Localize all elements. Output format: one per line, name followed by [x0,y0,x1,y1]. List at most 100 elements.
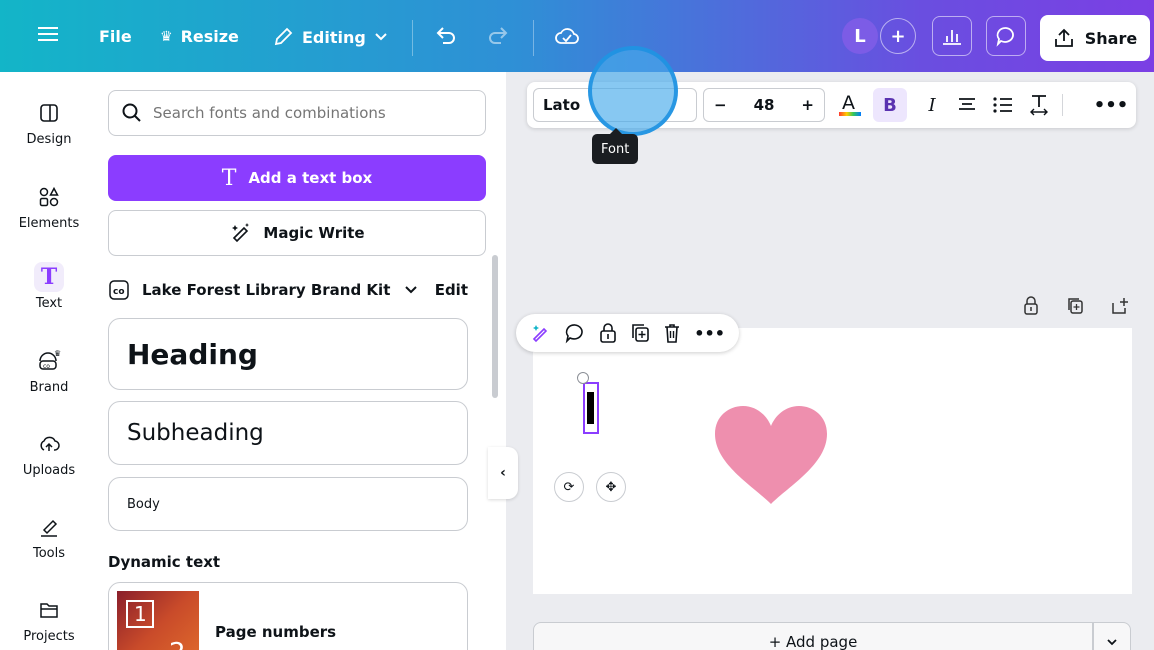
duplicate-icon[interactable] [630,322,650,344]
editing-label: Editing [302,27,366,47]
body-style-card[interactable]: Body [108,477,468,531]
rail-label: Brand [29,380,69,395]
spacing-icon [1030,95,1048,116]
more-icon[interactable]: ••• [694,324,725,343]
avatar-letter: L [854,25,866,47]
uploads-icon [34,429,64,459]
rail-label: Text [35,296,63,311]
lock-icon[interactable] [598,322,618,344]
share-button[interactable]: Share [1040,15,1150,61]
design-page[interactable] [533,328,1132,594]
magic-write-button[interactable]: Magic Write [108,210,486,256]
page-numbers-card[interactable]: 12 Page numbers [108,582,468,650]
divider [533,20,534,56]
undo-icon [436,27,455,44]
spacing-button[interactable] [1022,88,1056,122]
comment-add-icon[interactable] [564,322,586,344]
add-page-label: + Add page [768,633,858,650]
redo-button[interactable] [486,25,510,47]
chevron-down-icon [405,286,418,294]
page-tools [1022,296,1130,316]
rail-item-elements[interactable]: Elements [0,182,98,231]
share-icon [1054,28,1073,47]
add-page-menu-button[interactable] [1093,622,1131,650]
rail-item-tools[interactable]: Tools [0,512,98,561]
trash-icon[interactable] [662,322,682,344]
selection-handle[interactable] [577,372,589,384]
tools-icon [34,512,64,542]
design-icon [34,98,64,128]
rail-label: Design [26,132,72,147]
bold-button[interactable]: B [873,88,907,122]
add-page-icon[interactable] [1110,296,1130,316]
rail-item-text[interactable]: T Text [0,262,98,311]
add-collaborator-button[interactable]: + [880,18,916,54]
redo-icon [489,27,508,44]
plus-icon: + [890,25,906,47]
add-page-button[interactable]: + Add page [533,622,1093,650]
search-input[interactable] [153,104,473,122]
crown-icon: ♛ [160,28,173,45]
brand-kit-label: Lake Forest Library Brand Kit [142,281,391,299]
rail-label: Elements [18,216,80,231]
heading-sample: Heading [127,337,258,371]
comment-icon [996,27,1014,47]
heart-graphic[interactable] [713,404,829,506]
rotate-icon: ⟳ [563,479,575,495]
magic-wand-icon [232,223,250,243]
undo-button[interactable] [434,25,458,47]
text-color-button[interactable]: A [833,88,867,122]
save-status-button[interactable] [554,25,580,47]
decrease-size-button[interactable]: − [714,96,727,114]
chevron-down-icon [1107,639,1117,646]
rail-item-design[interactable]: Design [0,98,98,147]
svg-text:♛: ♛ [54,349,61,358]
brand-kit-edit-link[interactable]: Edit [435,281,468,299]
subheading-style-card[interactable]: Subheading [108,401,468,465]
comments-button[interactable] [986,16,1026,56]
menu-button[interactable] [38,26,58,42]
more-options-button[interactable]: ••• [1093,88,1129,122]
body-sample: Body [127,496,160,512]
rail-item-uploads[interactable]: Uploads [0,429,98,478]
brand-icon: co ♛ [34,346,64,376]
italic-label: I [928,94,936,116]
add-text-box-button[interactable]: T Add a text box [108,155,486,201]
italic-button[interactable]: I [915,88,949,122]
text-panel: T Add a text box Magic Write co Lake For… [98,72,506,650]
resize-button[interactable]: ♛ Resize [160,27,239,46]
page-numbers-label: Page numbers [215,623,337,641]
font-size-stepper[interactable]: − 48 + [703,88,825,122]
svg-text:2: 2 [169,638,186,650]
align-button[interactable] [950,88,984,122]
magic-edit-icon[interactable] [530,322,552,344]
projects-icon [34,595,64,625]
text-cursor [587,392,594,424]
heading-style-card[interactable]: Heading [108,318,468,390]
svg-text:1: 1 [134,602,147,626]
list-button[interactable] [986,88,1020,122]
panel-scrollbar[interactable] [492,255,498,398]
search-box[interactable] [108,90,486,136]
collapse-panel-button[interactable]: ‹ [488,447,518,499]
duplicate-page-icon[interactable] [1066,296,1084,316]
side-rail: Design Elements T Text co ♛ Brand Uploads… [0,72,98,650]
page-numbers-thumbnail: 12 [117,591,199,650]
lock-icon[interactable] [1022,296,1040,316]
insights-button[interactable] [932,16,972,56]
editing-dropdown[interactable]: Editing [272,26,388,48]
increase-size-button[interactable]: + [801,96,814,114]
avatar[interactable]: L [842,18,878,54]
chevron-down-icon [375,33,387,41]
rail-item-brand[interactable]: co ♛ Brand [0,346,98,395]
font-tooltip: Font [592,128,639,164]
brand-kit-selector[interactable]: co Lake Forest Library Brand Kit Edit [108,277,468,303]
font-size-value[interactable]: 48 [754,96,775,114]
rail-item-projects[interactable]: Projects [0,595,98,644]
rotate-button[interactable]: ⟳ [554,472,584,502]
move-button[interactable]: ✥ [596,472,626,502]
more-icon: ••• [1093,94,1129,116]
svg-text:co: co [113,287,125,297]
svg-text:A: A [842,92,855,114]
file-menu[interactable]: File [99,27,132,46]
